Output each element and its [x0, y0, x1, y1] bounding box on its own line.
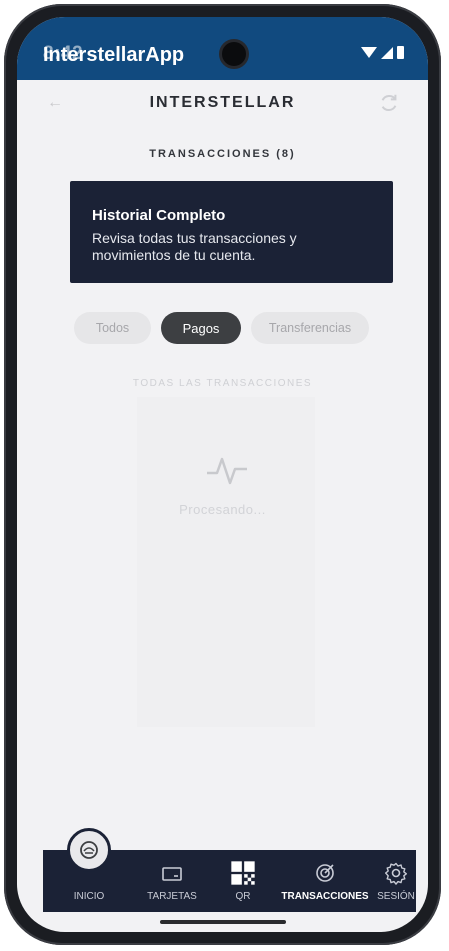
qr-icon — [231, 861, 255, 885]
nav-label-sesion: SESIÓN — [377, 891, 415, 902]
filter-chip-pagos[interactable]: Pagos — [161, 312, 241, 344]
nav-item-transacciones[interactable]: TRANSACCIONES — [279, 850, 371, 912]
wifi-icon — [361, 47, 377, 58]
app-bar: 8:42 InterstellarApp — [17, 17, 428, 80]
app-title: InterstellarApp — [43, 44, 185, 66]
transactions-icon — [316, 864, 334, 882]
status-icons — [361, 46, 404, 59]
info-card-title: Historial Completo — [92, 207, 226, 224]
signal-icon — [381, 46, 393, 59]
refresh-icon[interactable] — [378, 92, 400, 114]
filter-chip-todos[interactable]: Todos — [74, 312, 151, 344]
nav-item-qr[interactable]: QR — [223, 850, 263, 912]
home-icon — [80, 841, 98, 859]
screen: 8:42 InterstellarApp ← INTERSTELLAR TRAN… — [17, 17, 428, 932]
nav-label-transacciones: TRANSACCIONES — [281, 891, 369, 902]
home-bubble — [67, 828, 111, 872]
nav-item-inicio[interactable]: INICIO — [58, 828, 120, 912]
nav-label-inicio: INICIO — [73, 891, 105, 902]
loading-text: Procesando... — [179, 502, 266, 517]
nav-item-tarjetas[interactable]: TARJETAS — [133, 850, 211, 912]
filter-chip-transferencias[interactable]: Transferencias — [251, 312, 369, 344]
home-indicator — [160, 920, 286, 924]
list-caption: TODAS LAS TRANSACCIONES — [132, 378, 313, 389]
phone-frame: 8:42 InterstellarApp ← INTERSTELLAR TRAN… — [4, 4, 441, 945]
filter-chips: Todos Pagos Transferencias — [74, 312, 369, 344]
activity-icon — [207, 457, 247, 485]
camera-cutout — [219, 39, 249, 69]
info-card: Historial Completo Revisa todas tus tran… — [70, 181, 393, 283]
section-title: TRANSACCIONES (8) — [149, 148, 296, 160]
info-card-description: Revisa todas tus transacciones y movimie… — [92, 230, 297, 263]
battery-icon — [397, 46, 404, 59]
card-icon — [162, 867, 182, 881]
gear-icon — [385, 862, 407, 885]
nav-label-qr: QR — [235, 891, 251, 902]
page-header: ← INTERSTELLAR — [17, 80, 428, 124]
transactions-list — [137, 397, 315, 727]
nav-item-sesion[interactable]: SESIÓN — [377, 850, 415, 912]
brand-title: INTERSTELLAR — [149, 94, 296, 111]
bottom-nav: INICIO TARJETAS QR TRANSACCIONES SESIÓN — [43, 828, 416, 912]
nav-label-tarjetas: TARJETAS — [147, 891, 197, 902]
